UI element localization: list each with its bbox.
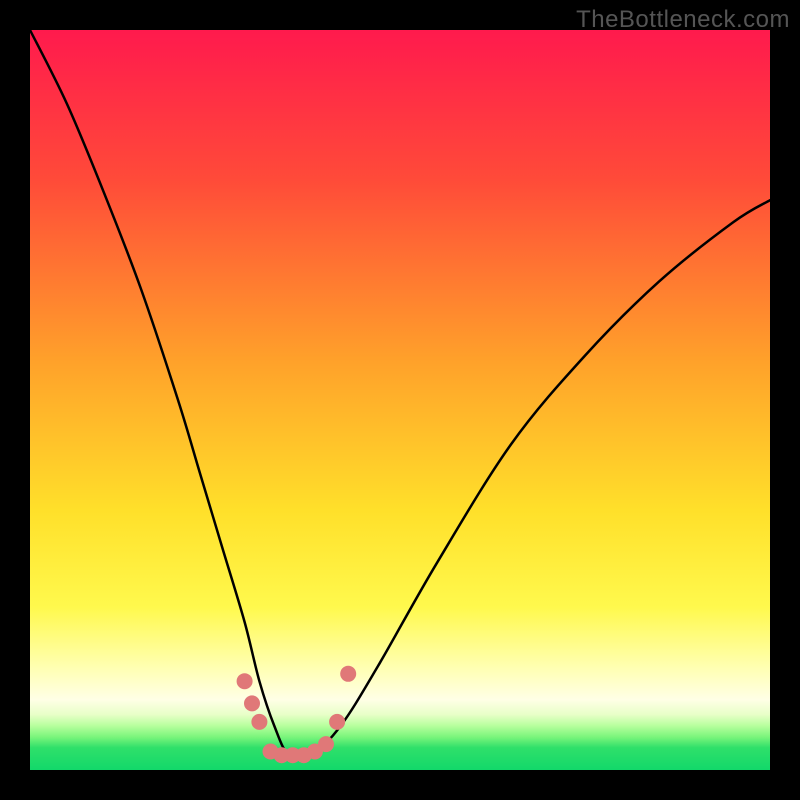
curve-marker xyxy=(244,695,260,711)
curve-marker xyxy=(251,714,267,730)
curve-marker xyxy=(237,673,253,689)
bottleneck-chart xyxy=(0,0,800,800)
curve-marker xyxy=(340,666,356,682)
plot-background xyxy=(30,30,770,770)
curve-marker xyxy=(329,714,345,730)
chart-stage: TheBottleneck.com xyxy=(0,0,800,800)
curve-marker xyxy=(318,736,334,752)
watermark-label: TheBottleneck.com xyxy=(576,6,790,34)
